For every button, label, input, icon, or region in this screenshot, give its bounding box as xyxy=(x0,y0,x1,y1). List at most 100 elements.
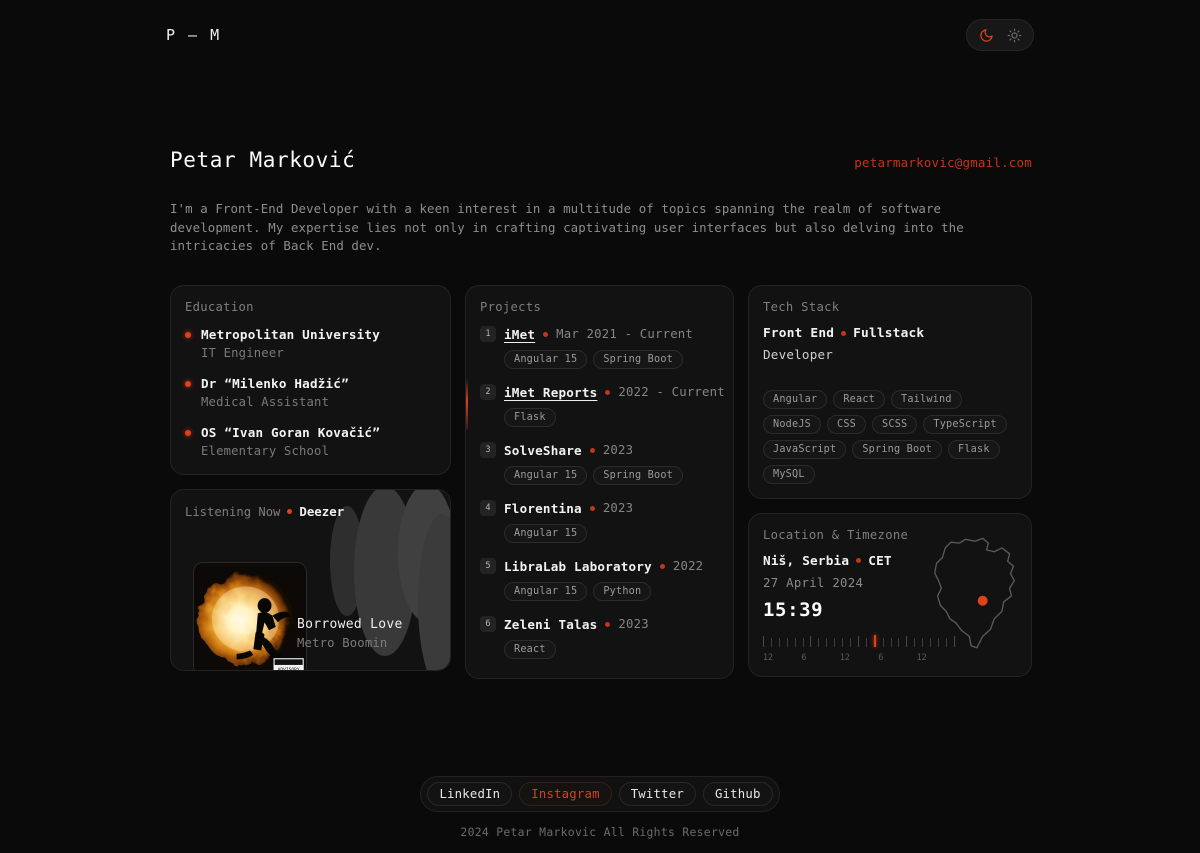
project-tags: React xyxy=(504,640,719,659)
now-playing-card: Listening Now Deezer ADVISORY Borrowed L… xyxy=(170,489,451,671)
project-name-link[interactable]: iMet Reports xyxy=(504,385,597,400)
email-link[interactable]: petarmarkovic@gmail.com xyxy=(854,155,1032,170)
project-index-badge: 6 xyxy=(480,616,496,632)
project-name[interactable]: SolveShare xyxy=(504,443,582,458)
project-name[interactable]: Zeleni Talas xyxy=(504,617,597,632)
location-date: 27 April 2024 xyxy=(763,576,864,590)
project-tags: Angular 15 Spring Boot xyxy=(504,466,719,485)
ruler-tick xyxy=(937,638,939,647)
scrollbar-indicator[interactable] xyxy=(466,378,468,430)
projects-label: Projects xyxy=(480,300,542,314)
social-link-linkedin[interactable]: LinkedIn xyxy=(427,782,513,806)
ruler-tick xyxy=(898,638,900,647)
separator-dot-icon xyxy=(856,558,862,563)
sun-icon[interactable] xyxy=(1001,24,1027,46)
project-tags: Angular 15 Python xyxy=(504,582,719,601)
project-tags: Flask xyxy=(504,408,719,427)
site-header: P — M xyxy=(166,18,1034,52)
tag-chip: Spring Boot xyxy=(852,440,943,459)
list-item: Dr “Milenko Hadžić” Medical Assistant xyxy=(185,376,436,409)
separator-dot-icon xyxy=(659,563,665,569)
project-index-badge: 1 xyxy=(480,326,496,342)
social-link-twitter[interactable]: Twitter xyxy=(618,782,696,806)
music-service-name: Deezer xyxy=(299,504,345,519)
ruler-tick xyxy=(865,638,867,647)
ruler-tick xyxy=(778,638,780,647)
project-date: Mar 2021 - Current xyxy=(556,327,694,341)
tag-chip: Flask xyxy=(948,440,1000,459)
ruler-labels: 12 6 12 6 12 xyxy=(763,652,955,662)
moon-icon[interactable] xyxy=(973,24,999,46)
tag-chip: JavaScript xyxy=(763,440,847,459)
education-label: Education xyxy=(185,300,254,314)
project-name[interactable]: LibraLab Laboratory xyxy=(504,559,652,574)
separator-dot-icon xyxy=(605,389,611,395)
role-primary: Front End xyxy=(763,326,835,341)
now-playing-label: Listening Now xyxy=(185,504,281,519)
ruler-ticks xyxy=(763,635,955,647)
location-label: Location & Timezone xyxy=(763,528,909,542)
tech-role-row: Front End Fullstack xyxy=(763,326,1017,341)
intro-section: Petar Marković petarmarkovic@gmail.com I… xyxy=(170,148,1032,256)
ruler-label: 6 xyxy=(878,652,884,662)
tag-chip: Flask xyxy=(504,408,556,427)
project-name[interactable]: Florentina xyxy=(504,501,582,516)
grid-column-right: Tech Stack Front End Fullstack Developer… xyxy=(748,285,1032,679)
page-title: Petar Marković xyxy=(170,148,356,172)
separator-dot-icon xyxy=(589,447,595,453)
tag-chip: Angular 15 xyxy=(504,582,588,601)
ruler-tick xyxy=(763,636,764,647)
separator-dot-icon xyxy=(605,621,611,627)
education-title: Metropolitan University xyxy=(201,327,380,342)
tech-stack-label: Tech Stack xyxy=(763,300,840,314)
grid-column-left: Education Metropolitan University IT Eng… xyxy=(170,285,451,679)
project-date: 2023 xyxy=(602,501,634,515)
separator-dot-icon xyxy=(543,331,549,337)
education-card: Education Metropolitan University IT Eng… xyxy=(170,285,451,475)
project-index-badge: 4 xyxy=(480,500,496,516)
portfolio-page: P — M Petar Marković petarmarkovic@gmail… xyxy=(0,0,1200,853)
separator-dot-icon xyxy=(589,505,595,511)
project-row: 1 iMet Mar 2021 - Current Angular 15 Spr… xyxy=(480,326,719,369)
tag-chip: Angular 15 xyxy=(504,466,588,485)
timezone-ruler: 12 6 12 6 12 xyxy=(763,635,955,662)
project-date: 2022 xyxy=(672,559,704,573)
ruler-tick xyxy=(834,638,836,647)
tech-stack-tags: Angular React Tailwind NodeJS CSS SCSS T… xyxy=(763,390,1017,484)
project-row: 3 SolveShare 2023 Angular 15 Spring Boot xyxy=(480,442,719,485)
grid-column-middle: Projects 1 iMet Mar 2021 - Current Angul… xyxy=(465,285,734,679)
social-link-github[interactable]: Github xyxy=(702,782,773,806)
ruler-label: 6 xyxy=(801,652,807,662)
ruler-tick xyxy=(922,638,924,647)
ruler-tick xyxy=(802,638,804,647)
tag-chip: Angular xyxy=(763,390,828,409)
projects-card[interactable]: Projects 1 iMet Mar 2021 - Current Angul… xyxy=(465,285,734,679)
logo[interactable]: P — M xyxy=(166,26,221,44)
bullet-dot-icon xyxy=(185,332,191,338)
tag-chip: React xyxy=(504,640,556,659)
ruler-tick xyxy=(857,636,859,647)
ruler-tick xyxy=(842,638,844,647)
education-subtitle: Elementary School xyxy=(201,444,330,458)
social-link-instagram[interactable]: Instagram xyxy=(519,782,612,806)
ruler-tick xyxy=(914,638,916,647)
tag-chip: NodeJS xyxy=(763,415,822,434)
ruler-tick xyxy=(906,636,908,647)
project-name-link[interactable]: iMet xyxy=(504,327,535,342)
ruler-label: 12 xyxy=(916,652,927,662)
project-index-badge: 5 xyxy=(480,558,496,574)
project-date: 2022 - Current xyxy=(618,385,725,399)
education-subtitle: IT Engineer xyxy=(201,346,284,360)
theme-toggle[interactable] xyxy=(966,19,1034,51)
parental-advisory-icon: ADVISORY xyxy=(273,658,304,670)
education-list: Metropolitan University IT Engineer Dr “… xyxy=(185,327,436,458)
education-subtitle: Medical Assistant xyxy=(201,395,330,409)
tag-chip: MySQL xyxy=(763,465,815,484)
ruler-tick xyxy=(930,638,932,647)
ruler-tick xyxy=(826,638,828,647)
ruler-label: 12 xyxy=(763,652,774,662)
album-art: ADVISORY xyxy=(193,562,307,670)
copyright-text: 2024 Petar Markovic All Rights Reserved xyxy=(460,825,740,839)
tag-chip: Angular 15 xyxy=(504,524,588,543)
now-playing-header: Listening Now Deezer xyxy=(185,504,436,519)
